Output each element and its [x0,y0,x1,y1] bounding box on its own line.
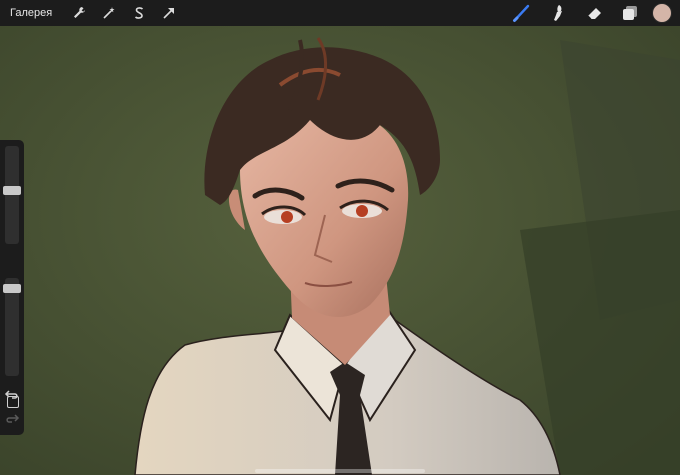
left-sidebar [0,140,24,435]
gallery-button[interactable]: Галерея [10,7,52,19]
eraser-icon[interactable] [576,0,612,26]
eye-right [356,205,368,217]
top-toolbar: Галерея [0,0,680,26]
undo-icon[interactable] [4,386,20,402]
current-color-swatch[interactable] [652,3,672,23]
brush-icon[interactable] [504,0,540,26]
right-tool-group [504,0,680,26]
brush-size-slider[interactable] [3,146,21,244]
opacity-thumb[interactable] [3,284,21,293]
brush-size-thumb[interactable] [3,186,21,195]
eye-left [281,211,293,223]
opacity-slider[interactable] [3,278,21,376]
transform-arrow-icon[interactable] [156,0,182,26]
magic-wand-icon[interactable] [96,0,122,26]
redo-icon[interactable] [4,410,20,426]
drawing-canvas[interactable] [0,0,680,475]
layers-icon[interactable] [612,0,648,26]
wrench-icon[interactable] [66,0,92,26]
selection-s-icon[interactable] [126,0,152,26]
home-indicator[interactable] [255,469,425,473]
smudge-icon[interactable] [540,0,576,26]
